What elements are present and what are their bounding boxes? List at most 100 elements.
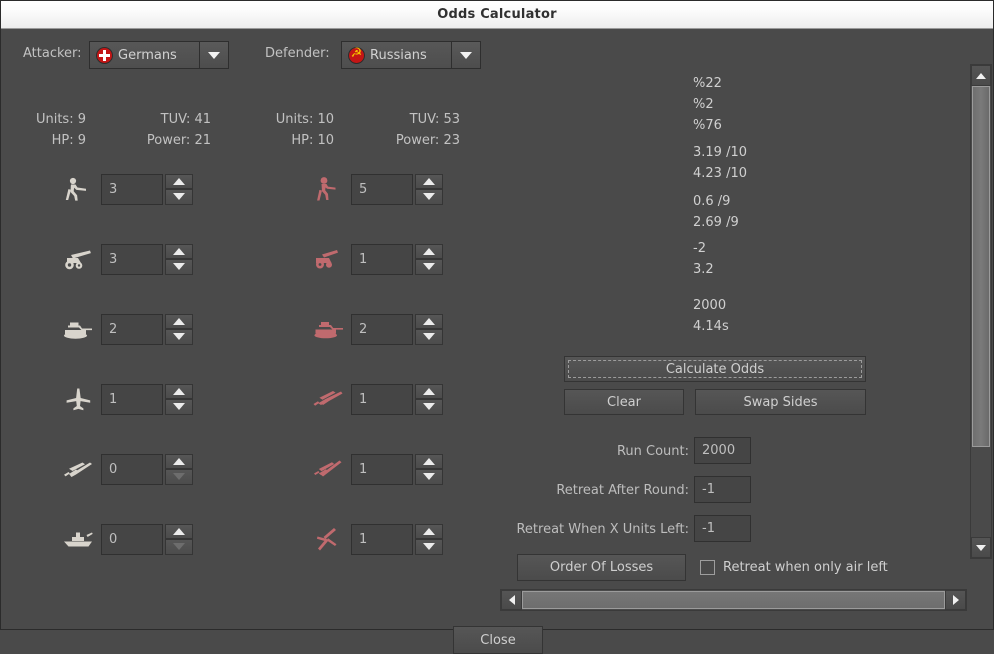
attacker-infantry-spinner[interactable]: 3 [101, 173, 193, 205]
spinner-down-button[interactable] [415, 469, 443, 485]
scroll-down-button[interactable] [971, 537, 991, 558]
vertical-scrollbar[interactable] [970, 64, 992, 559]
attacker-fighter-input[interactable]: 1 [101, 383, 163, 415]
run-count-input[interactable]: 2000 [694, 437, 751, 464]
spinner-up-button[interactable] [415, 453, 443, 469]
horizontal-scroll-track[interactable] [522, 590, 945, 610]
attacker-battleship-spinner[interactable]: 0 [101, 523, 193, 555]
triangle-up-icon [173, 247, 185, 255]
spinner-up-button[interactable] [415, 313, 443, 329]
defender-combo-face[interactable]: Russians [342, 42, 452, 68]
calculate-odds-button[interactable]: Calculate Odds [564, 356, 866, 382]
defender-infantry-spinner[interactable]: 5 [351, 173, 443, 205]
spinner-down-button[interactable] [165, 259, 193, 275]
attacker-bomber-input[interactable]: 0 [101, 453, 163, 485]
german-iron-cross-flag-icon [97, 47, 112, 63]
scroll-up-button[interactable] [971, 65, 991, 86]
vertical-scroll-track[interactable] [971, 86, 991, 537]
attacker-artillery-spinner[interactable]: 3 [101, 243, 193, 275]
horizontal-scroll-thumb[interactable] [522, 591, 945, 609]
horizontal-scrollbar[interactable] [500, 589, 967, 611]
infantry-icon [311, 173, 345, 205]
triangle-down-icon [423, 193, 435, 201]
defender-fighter-spinner[interactable]: 1 [351, 383, 443, 415]
fighter-icon [61, 383, 95, 415]
attacker-combo-face[interactable]: Germans [90, 42, 200, 68]
attacker-infantry-spin-buttons[interactable] [165, 173, 193, 205]
spinner-up-button[interactable] [165, 453, 193, 469]
defender-artillery-input[interactable]: 1 [351, 243, 413, 275]
result-value: 3.2 [693, 262, 714, 277]
attacker-combo-arrow-button[interactable] [200, 42, 228, 68]
defender-tank-spinner[interactable]: 2 [351, 313, 443, 345]
spinner-up-button[interactable] [415, 173, 443, 189]
attacker-fighter-spin-buttons[interactable] [165, 383, 193, 415]
spinner-up-button[interactable] [165, 523, 193, 539]
spinner-down-button[interactable] [165, 189, 193, 205]
retreat-when-x-units-left-input[interactable]: -1 [694, 515, 751, 542]
battleship-icon [61, 523, 95, 555]
triangle-up-icon [173, 317, 185, 325]
scroll-left-button[interactable] [501, 590, 522, 610]
spinner-up-button[interactable] [415, 243, 443, 259]
attacker-battleship-spin-buttons[interactable] [165, 523, 193, 555]
spinner-down-button[interactable] [415, 329, 443, 345]
attacker-tank-spin-buttons[interactable] [165, 313, 193, 345]
vertical-scroll-thumb[interactable] [972, 86, 990, 447]
attacker-nation-combo[interactable]: Germans [89, 41, 229, 69]
attacker-nation-value: Germans [118, 47, 177, 63]
attacker-infantry-input[interactable]: 3 [101, 173, 163, 205]
defender-tank-spin-buttons[interactable] [415, 313, 443, 345]
aa-gun-icon [311, 523, 345, 555]
defender-nation-combo[interactable]: Russians [341, 41, 481, 69]
close-button[interactable]: Close [453, 626, 543, 654]
spinner-up-button[interactable] [165, 173, 193, 189]
attacker-tank-spinner[interactable]: 2 [101, 313, 193, 345]
spinner-down-button[interactable] [165, 329, 193, 345]
spinner-up-button[interactable] [165, 313, 193, 329]
spinner-down-button[interactable] [415, 539, 443, 555]
attacker-bomber-spinner[interactable]: 0 [101, 453, 193, 485]
defender-bomber-input[interactable]: 1 [351, 453, 413, 485]
attacker-battleship-input[interactable]: 0 [101, 523, 163, 555]
defender-bomber-spinner[interactable]: 1 [351, 453, 443, 485]
chevron-down-icon [460, 51, 472, 59]
spinner-down-button[interactable] [165, 399, 193, 415]
defender-combo-arrow-button[interactable] [452, 42, 480, 68]
clear-button[interactable]: Clear [564, 389, 684, 415]
defender-tank-input[interactable]: 2 [351, 313, 413, 345]
result-value: 0.6 /9 [693, 194, 731, 209]
swap-sides-button[interactable]: Swap Sides [695, 389, 866, 415]
spinner-up-button[interactable] [165, 383, 193, 399]
attacker-fighter-spinner[interactable]: 1 [101, 383, 193, 415]
triangle-down-icon [423, 403, 435, 411]
defender-artillery-spin-buttons[interactable] [415, 243, 443, 275]
spinner-down-button[interactable] [415, 189, 443, 205]
result-value: %22 [693, 76, 722, 91]
spinner-up-button[interactable] [165, 243, 193, 259]
fighter-icon [311, 383, 345, 415]
attacker-tuv-stat: TUV: 41 [160, 112, 211, 127]
defender-infantry-input[interactable]: 5 [351, 173, 413, 205]
spinner-down-button[interactable] [415, 259, 443, 275]
defender-fighter-input[interactable]: 1 [351, 383, 413, 415]
attacker-label: Attacker: [23, 46, 82, 61]
order-of-losses-button[interactable]: Order Of Losses [517, 554, 686, 581]
defender-fighter-spin-buttons[interactable] [415, 383, 443, 415]
attacker-bomber-spin-buttons[interactable] [165, 453, 193, 485]
retreat-when-only-air-left-checkbox[interactable] [700, 560, 715, 575]
scroll-right-button[interactable] [945, 590, 966, 610]
defender-label: Defender: [265, 46, 330, 61]
spinner-up-button[interactable] [415, 383, 443, 399]
attacker-tank-input[interactable]: 2 [101, 313, 163, 345]
defender-aa-gun-input[interactable]: 1 [351, 523, 413, 555]
defender-bomber-spin-buttons[interactable] [415, 453, 443, 485]
spinner-down-button[interactable] [415, 399, 443, 415]
retreat-after-round-input[interactable]: -1 [694, 476, 751, 503]
attacker-artillery-spin-buttons[interactable] [165, 243, 193, 275]
attacker-artillery-input[interactable]: 3 [101, 243, 163, 275]
defender-infantry-spin-buttons[interactable] [415, 173, 443, 205]
defender-artillery-spinner[interactable]: 1 [351, 243, 443, 275]
retreat-when-only-air-left-checkbox-wrap[interactable]: Retreat when only air left [700, 560, 888, 575]
triangle-up-icon [423, 387, 435, 395]
